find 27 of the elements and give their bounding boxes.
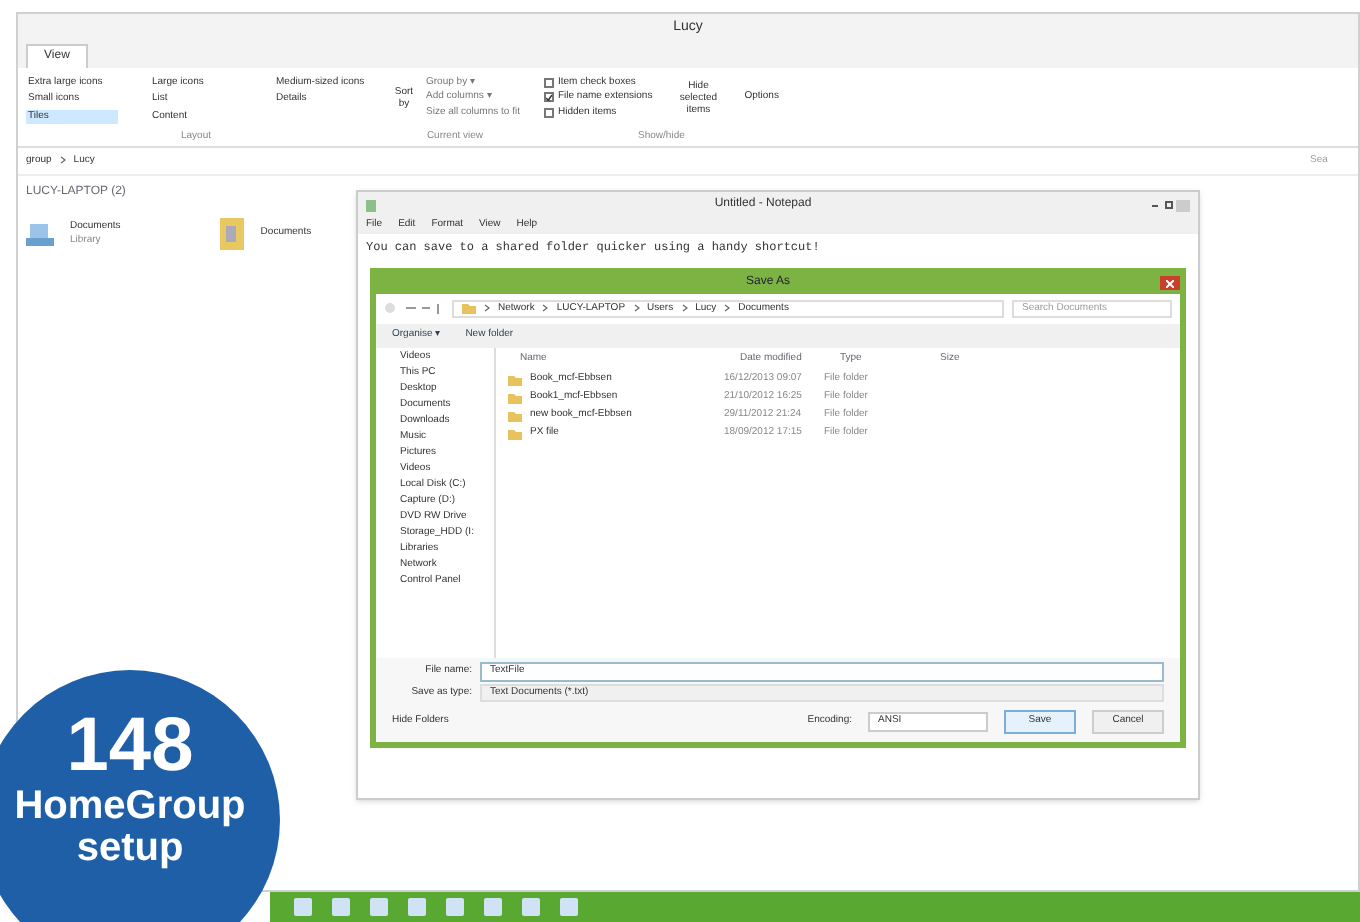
chevron-icon — [542, 304, 549, 313]
taskbar-app-icon[interactable] — [522, 898, 540, 916]
taskbar-app-icon[interactable] — [560, 898, 578, 916]
chevron-icon — [633, 304, 640, 313]
taskbar-app-icon[interactable] — [370, 898, 388, 916]
notepad-icon — [366, 199, 376, 211]
chevron-icon — [59, 156, 66, 165]
folder-icon — [462, 302, 476, 315]
chevron-icon — [681, 304, 688, 313]
library-icon — [26, 220, 54, 248]
badge-number: 148 — [66, 706, 194, 786]
checkbox[interactable] — [543, 77, 554, 88]
badge-caption: HomeGroup setup — [12, 786, 248, 870]
taskbar-app-icon[interactable] — [484, 898, 502, 916]
chevron-icon — [484, 304, 490, 313]
window-controls-icon[interactable] — [1150, 199, 1190, 211]
taskbar-app-icon[interactable] — [446, 898, 464, 916]
close-button[interactable] — [1160, 276, 1180, 290]
checkbox[interactable] — [543, 92, 554, 103]
taskbar-app-icon[interactable] — [332, 898, 350, 916]
taskbar-app-icon[interactable] — [408, 898, 426, 916]
check-icon — [545, 93, 552, 102]
taskbar-app-icon[interactable] — [294, 898, 312, 916]
close-icon — [1166, 279, 1174, 287]
folder-icon — [220, 218, 245, 250]
chevron-icon — [724, 304, 731, 313]
checkbox[interactable] — [543, 107, 554, 118]
